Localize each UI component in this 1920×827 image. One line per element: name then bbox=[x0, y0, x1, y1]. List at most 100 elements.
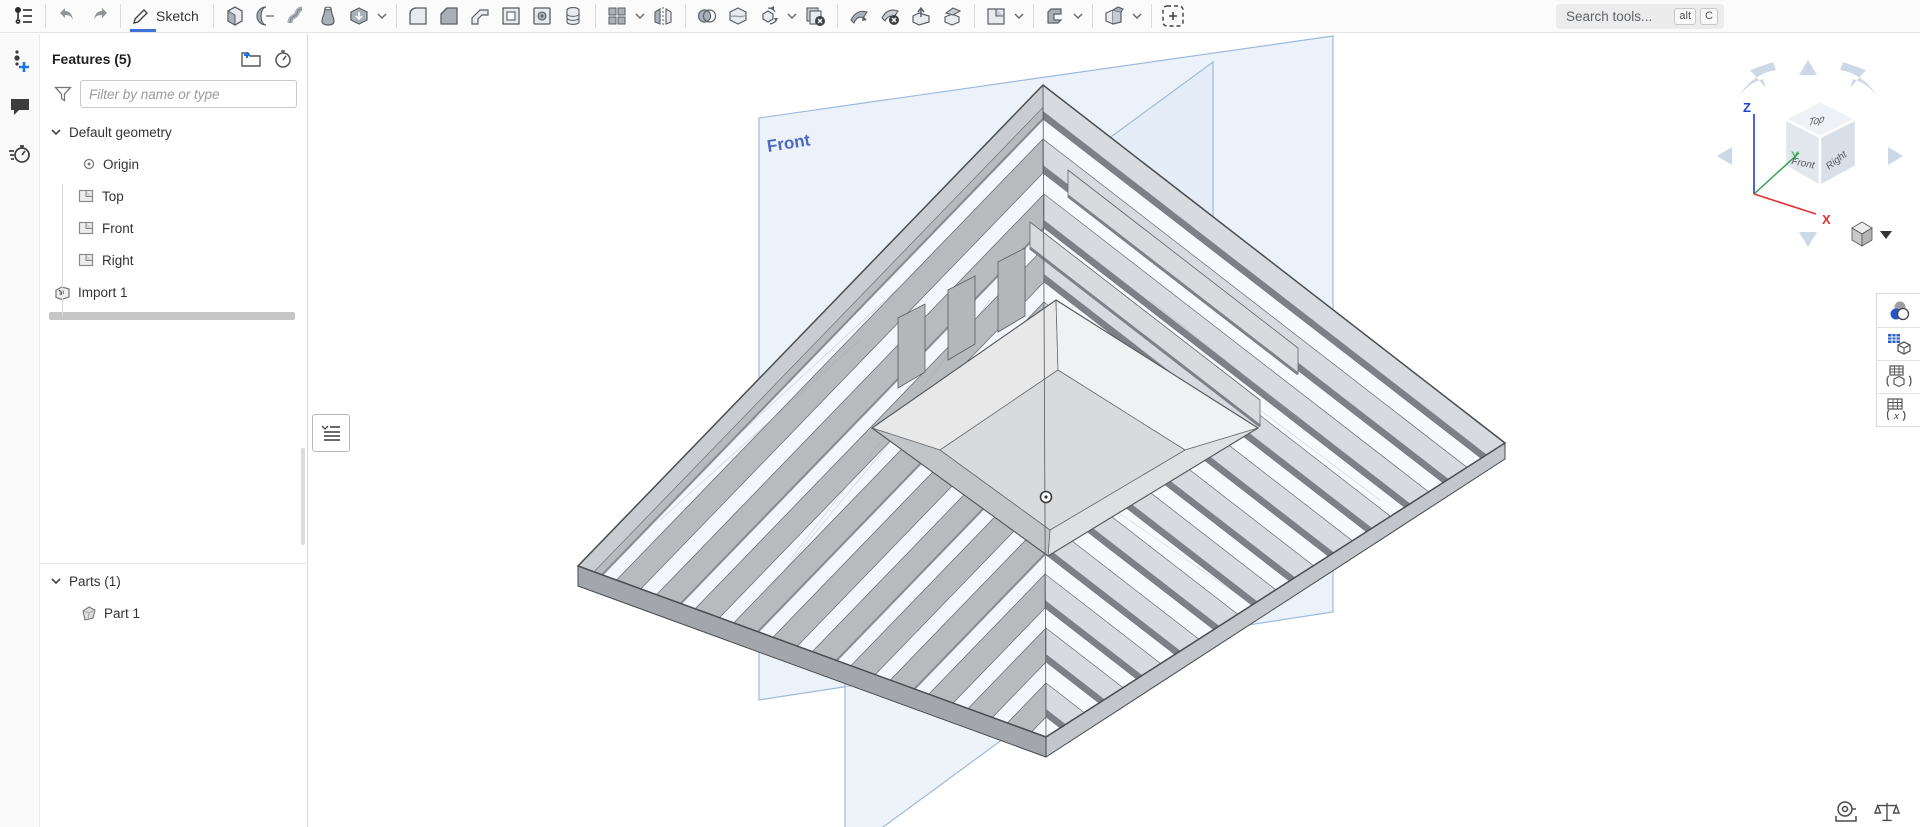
sweep-button[interactable] bbox=[282, 3, 313, 30]
mass-properties-icon[interactable] bbox=[1874, 799, 1900, 825]
tree-item-right-plane[interactable]: Right bbox=[40, 244, 307, 276]
chevron-down-icon[interactable] bbox=[50, 575, 62, 587]
bracket-tool-button[interactable] bbox=[1040, 3, 1071, 30]
chevron-down-icon[interactable] bbox=[50, 126, 62, 138]
axis-y-label: Y bbox=[1791, 149, 1799, 163]
toolbar-divider bbox=[212, 4, 214, 28]
history-icon[interactable] bbox=[7, 140, 33, 166]
variables-panel-tab[interactable]: x bbox=[1877, 393, 1920, 426]
comments-icon[interactable] bbox=[7, 94, 33, 120]
search-tools-box[interactable]: Search tools... alt C bbox=[1556, 4, 1724, 29]
tree-group-parts[interactable]: Parts (1) bbox=[40, 565, 307, 597]
feature-list-display-toggle[interactable] bbox=[312, 414, 350, 452]
origin-icon bbox=[83, 158, 95, 170]
measure-icon[interactable] bbox=[1832, 799, 1858, 825]
tree-indent-guide bbox=[62, 184, 63, 316]
shell-button[interactable] bbox=[496, 3, 527, 30]
rollback-bar[interactable] bbox=[49, 312, 295, 320]
plane-group-chevron[interactable] bbox=[1012, 3, 1027, 30]
revolve-button[interactable] bbox=[251, 3, 282, 30]
transform-group-chevron[interactable] bbox=[785, 3, 800, 30]
tree-item-label: Top bbox=[102, 188, 124, 204]
view-options-button[interactable] bbox=[1851, 221, 1892, 247]
tree-item-part-1[interactable]: Part 1 bbox=[40, 597, 307, 629]
rollback-history-icon[interactable] bbox=[271, 48, 295, 70]
origin-marker[interactable] bbox=[1039, 490, 1053, 504]
linear-pattern-button[interactable] bbox=[602, 3, 633, 30]
chamfer-button[interactable] bbox=[434, 3, 465, 30]
sketch-button[interactable]: Sketch bbox=[127, 3, 207, 32]
tree-item-label: Origin bbox=[103, 156, 140, 172]
mirror-button[interactable] bbox=[648, 3, 679, 30]
versions-icon[interactable] bbox=[7, 48, 33, 74]
select-tool-button[interactable] bbox=[1158, 3, 1189, 30]
tree-item-front-plane[interactable]: Front bbox=[40, 212, 307, 244]
undo-button[interactable] bbox=[52, 3, 83, 30]
fillet-button[interactable] bbox=[403, 3, 434, 30]
delete-face-button[interactable] bbox=[875, 3, 906, 30]
filter-icon[interactable] bbox=[54, 85, 72, 103]
enclose-tool-button[interactable] bbox=[1099, 3, 1130, 30]
appearance-panel-tab[interactable] bbox=[1877, 294, 1920, 327]
plane-button[interactable] bbox=[981, 3, 1012, 30]
toolbar-divider bbox=[45, 4, 46, 28]
move-face-button[interactable] bbox=[844, 3, 875, 30]
toolbar-divider bbox=[395, 4, 397, 28]
features-title: Features (5) bbox=[52, 51, 132, 67]
loft-button[interactable] bbox=[313, 3, 344, 30]
variables-icon: x bbox=[1886, 398, 1906, 422]
toolbar-divider bbox=[120, 4, 121, 28]
axis-z-label: Z bbox=[1743, 100, 1751, 115]
toolbar-divider bbox=[594, 4, 596, 28]
toolbar-divider bbox=[1091, 4, 1093, 28]
replace-face-button[interactable] bbox=[906, 3, 937, 30]
plane-icon bbox=[78, 253, 94, 266]
main-toolbar: Sketch Search tools... alt C bbox=[0, 0, 1920, 33]
part-icon bbox=[82, 605, 96, 621]
pyramid-model[interactable] bbox=[515, 83, 1600, 827]
boss-button[interactable] bbox=[558, 3, 589, 30]
tree-item-label: Import 1 bbox=[78, 284, 128, 300]
enclose-group-chevron[interactable] bbox=[1130, 3, 1145, 30]
rib-button[interactable] bbox=[465, 3, 496, 30]
shortcut-key-c: C bbox=[1700, 8, 1718, 25]
split-button[interactable] bbox=[723, 3, 754, 30]
delete-part-button[interactable] bbox=[800, 3, 831, 30]
offset-surface-button[interactable] bbox=[937, 3, 968, 30]
viewport-bottom-tools bbox=[1832, 799, 1900, 825]
features-header: Features (5) bbox=[40, 34, 307, 74]
custom-tables-panel-tab[interactable] bbox=[1877, 360, 1920, 393]
tree-group-label: Parts (1) bbox=[69, 573, 121, 589]
hole-button[interactable] bbox=[527, 3, 558, 30]
panel-scrollbar[interactable] bbox=[301, 448, 305, 545]
feature-list-icon[interactable] bbox=[8, 3, 39, 30]
active-tool-underline bbox=[130, 28, 156, 32]
tree-group-default-geometry[interactable]: Default geometry bbox=[40, 116, 307, 148]
features-panel: Features (5) Default geometry Origin Top… bbox=[40, 34, 308, 827]
configurations-panel-tab[interactable] bbox=[1877, 327, 1920, 360]
filter-input[interactable] bbox=[80, 80, 297, 108]
redo-button[interactable] bbox=[83, 3, 114, 30]
extrude-button[interactable] bbox=[220, 3, 251, 30]
view-cube[interactable]: Top Front Right Z Y X bbox=[1717, 60, 1903, 247]
tree-item-import[interactable]: Import 1 bbox=[40, 276, 307, 308]
bracket-group-chevron[interactable] bbox=[1071, 3, 1086, 30]
transform-button[interactable] bbox=[754, 3, 785, 30]
thicken-button[interactable] bbox=[344, 3, 375, 30]
left-rail bbox=[0, 34, 40, 827]
pattern-group-chevron[interactable] bbox=[633, 3, 648, 30]
search-placeholder: Search tools... bbox=[1566, 9, 1653, 24]
toolbar-divider bbox=[836, 4, 838, 28]
tree-item-top-plane[interactable]: Top bbox=[40, 180, 307, 212]
sketch-label: Sketch bbox=[156, 8, 199, 24]
boolean-button[interactable] bbox=[692, 3, 723, 30]
tree-item-label: Part 1 bbox=[104, 605, 141, 621]
svg-text:x: x bbox=[1893, 410, 1899, 422]
add-folder-icon[interactable] bbox=[239, 48, 263, 70]
filter-row bbox=[40, 74, 307, 116]
shortcut-key-alt: alt bbox=[1674, 8, 1697, 25]
right-panel-tabs: x bbox=[1876, 293, 1920, 427]
axis-x-label: X bbox=[1822, 212, 1831, 227]
tree-item-origin[interactable]: Origin bbox=[40, 148, 307, 180]
boss-group-chevron[interactable] bbox=[375, 3, 390, 30]
